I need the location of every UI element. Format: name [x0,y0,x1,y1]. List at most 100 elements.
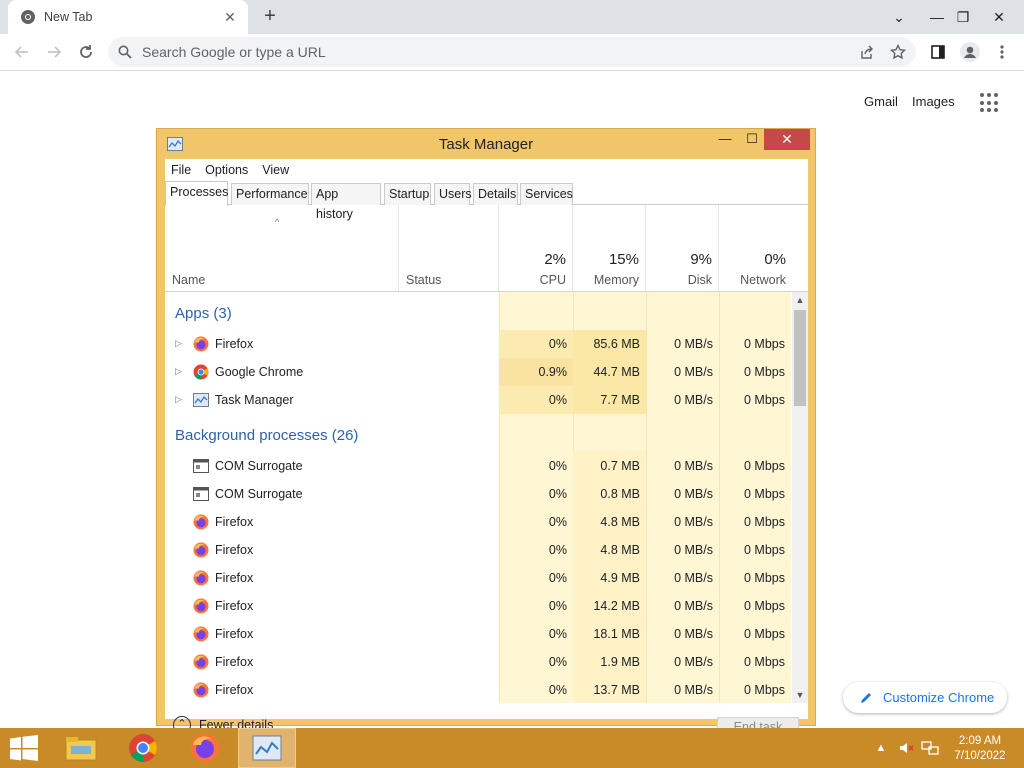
memory-percent: 15% [608,251,639,268]
process-row[interactable]: ▷ Google Chrome 0.9% 44.7 MB 0 MB/s 0 Mbps [165,358,791,386]
process-network: 0 Mbps [744,487,785,501]
share-icon[interactable] [854,37,878,67]
tab-users[interactable]: Users [434,183,472,205]
windows-start-icon[interactable] [10,735,38,761]
firefox-taskbar-icon[interactable] [176,728,234,768]
menu-bar: File Options View [165,159,808,181]
disk-label: Disk [687,273,712,287]
tab-app-history[interactable]: App history [311,183,381,221]
process-name: Firefox [215,515,254,529]
close-tab-icon[interactable]: ✕ [222,9,238,25]
process-cpu: 0% [548,515,567,529]
chrome-icon [21,10,35,24]
tm-minimize-button[interactable]: — [712,131,738,151]
bookmark-star-icon[interactable] [886,37,910,67]
process-cpu: 0% [548,543,567,557]
tab-performance[interactable]: Performance [231,183,309,205]
process-network: 0 Mbps [744,515,785,529]
process-disk: 0 MB/s [674,459,713,473]
expand-arrow-icon[interactable]: ▷ [175,366,182,377]
process-row[interactable]: Firefox 0% 14.2 MB 0 MB/s 0 Mbps [165,592,791,620]
clock[interactable]: 2:09 AM 7/10/2022 [950,734,1010,764]
process-cpu: 0% [548,487,567,501]
gmail-link[interactable]: Gmail [864,94,898,109]
search-icon [118,45,132,59]
column-cpu[interactable]: 2% CPU [499,205,573,292]
column-disk[interactable]: 9% Disk [646,205,719,292]
new-tab-button[interactable]: + [258,5,282,29]
process-row[interactable]: ▷ Task Manager 0% 7.7 MB 0 MB/s 0 Mbps [165,386,791,414]
column-status[interactable]: Status [399,205,499,292]
process-row[interactable]: Firefox 0% 1.9 MB 0 MB/s 0 Mbps [165,648,791,676]
process-memory: 13.7 MB [593,683,640,697]
process-list: Apps (3) ▷ Firefox 0% 85.6 MB 0 MB/s 0 Mbps ▷ G… [165,292,791,703]
tab-processes[interactable]: Processes [165,181,228,206]
close-window-button[interactable]: ✕ [986,0,1012,34]
taskbar: ▲ 2:09 AM 7/10/2022 [0,728,1024,768]
expand-arrow-icon[interactable]: ▷ [175,394,182,405]
tab-services[interactable]: Services [520,183,573,205]
tray-overflow-icon[interactable]: ▲ [874,728,888,768]
process-memory: 85.6 MB [593,337,640,351]
minimize-button[interactable]: — [924,0,950,34]
forward-icon[interactable] [42,40,66,64]
process-row[interactable]: Firefox 0% 4.8 MB 0 MB/s 0 Mbps [165,508,791,536]
process-row[interactable]: COM Surrogate 0% 0.8 MB 0 MB/s 0 Mbps [165,480,791,508]
cpu-percent: 2% [544,251,566,268]
tm-close-button[interactable]: ✕ [764,129,810,150]
task-manager-footer: ⌃ Fewer details End task [165,703,808,737]
file-explorer-icon[interactable] [52,728,110,768]
process-row[interactable]: Firefox 0% 4.8 MB 0 MB/s 0 Mbps [165,536,791,564]
process-row[interactable]: Firefox 0% 18.1 MB 0 MB/s 0 Mbps [165,620,791,648]
firefox-icon [193,336,209,352]
process-name: Firefox [215,627,254,641]
column-network[interactable]: 0% Network [719,205,792,292]
process-row[interactable]: Firefox 0% 13.7 MB 0 MB/s 0 Mbps [165,676,791,703]
menu-view[interactable]: View [262,163,289,177]
scroll-thumb[interactable] [794,310,806,406]
more-menu-icon[interactable] [990,40,1014,64]
group-apps[interactable]: Apps (3) [175,305,232,322]
profile-avatar-icon[interactable] [958,40,982,64]
task-manager-window: Task Manager — ☐ ✕ File Options View Pro… [156,128,816,737]
process-name: Firefox [215,655,254,669]
google-apps-icon[interactable] [980,93,1000,113]
column-name[interactable]: ^ Name [165,205,399,292]
process-memory: 0.8 MB [600,487,640,501]
process-row[interactable]: Firefox 0% 4.9 MB 0 MB/s 0 Mbps [165,564,791,592]
process-cpu: 0.9% [538,365,568,379]
process-cpu: 0% [548,571,567,585]
process-memory: 7.7 MB [600,393,640,407]
process-disk: 0 MB/s [674,683,713,697]
tab-startup[interactable]: Startup [384,183,431,205]
column-memory[interactable]: 15% Memory [573,205,646,292]
process-row[interactable]: COM Surrogate 0% 0.7 MB 0 MB/s 0 Mbps [165,452,791,480]
browser-tab[interactable]: New Tab ✕ [8,0,248,34]
back-icon[interactable] [10,40,34,64]
scroll-down-icon[interactable]: ▼ [792,687,808,703]
images-link[interactable]: Images [912,94,955,109]
expand-arrow-icon[interactable]: ▷ [175,338,182,349]
restore-button[interactable]: ❐ [950,0,976,34]
omnibox[interactable]: Search Google or type a URL [108,37,916,67]
process-disk: 0 MB/s [674,543,713,557]
scroll-up-icon[interactable]: ▲ [792,292,808,308]
process-row[interactable]: ▷ Firefox 0% 85.6 MB 0 MB/s 0 Mbps [165,330,791,358]
tm-maximize-button[interactable]: ☐ [739,131,765,151]
tab-details[interactable]: Details [473,183,518,205]
side-panel-icon[interactable] [926,40,950,64]
network-icon[interactable] [920,728,940,768]
process-disk: 0 MB/s [674,515,713,529]
customize-chrome-button[interactable]: Customize Chrome [843,682,1007,713]
menu-file[interactable]: File [171,163,191,177]
menu-options[interactable]: Options [205,163,248,177]
task-manager-titlebar[interactable]: Task Manager — ☐ ✕ [157,129,815,159]
vertical-scrollbar[interactable]: ▲ ▼ [792,292,808,703]
group-background[interactable]: Background processes (26) [175,427,358,444]
task-manager-taskbar-icon[interactable] [238,728,296,768]
reload-icon[interactable] [74,40,98,64]
volume-muted-icon[interactable] [896,728,916,768]
com-surrogate-icon [193,458,209,474]
chrome-taskbar-icon[interactable] [114,728,172,768]
tab-search-icon[interactable]: ⌄ [886,0,912,34]
